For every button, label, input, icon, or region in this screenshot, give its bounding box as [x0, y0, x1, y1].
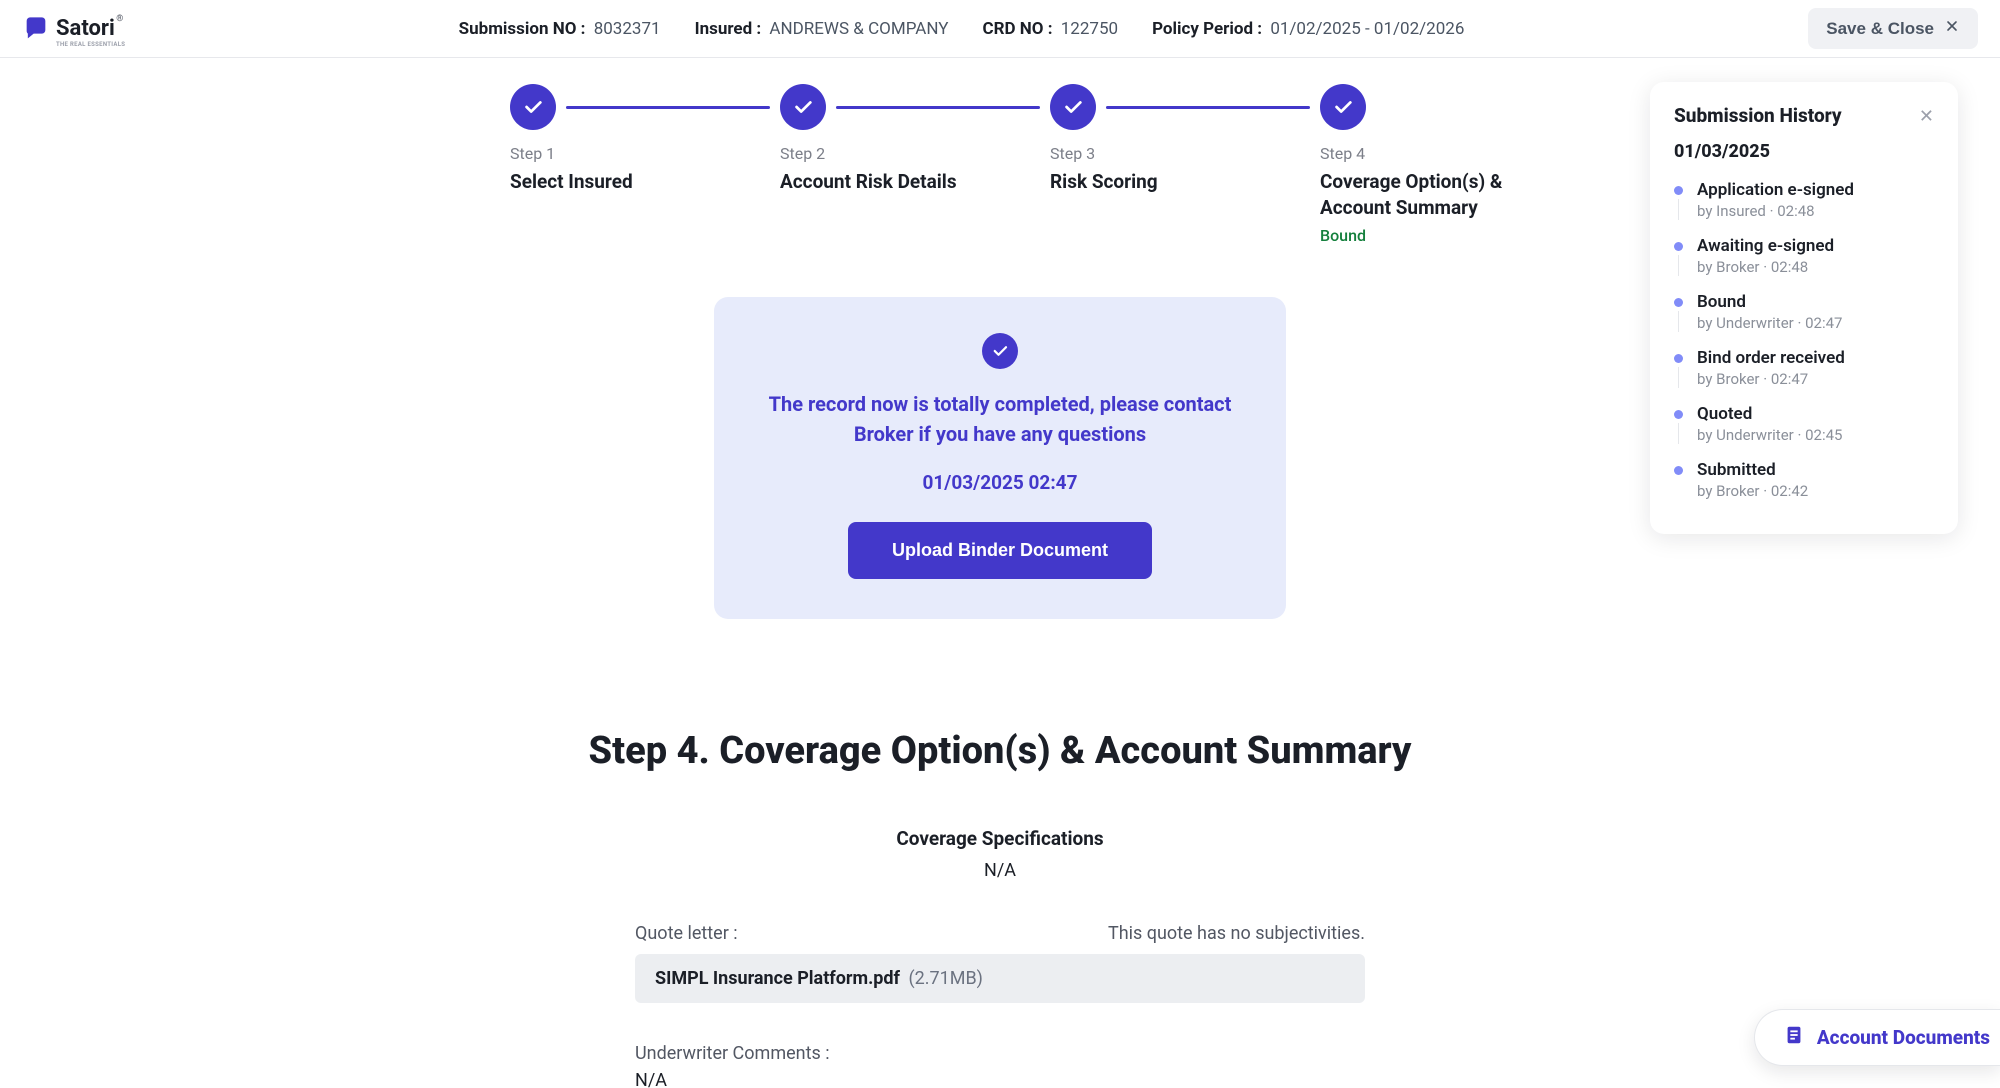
- history-item-meta: by Broker · 02:42: [1697, 482, 1808, 500]
- step-connector: [1106, 106, 1310, 109]
- quote-section: Quote letter : This quote has no subject…: [635, 923, 1365, 1088]
- brand-name: Satori ® THE REAL ESSENTIALS: [56, 16, 115, 41]
- history-item: Bind order received by Broker · 02:47: [1674, 340, 1934, 396]
- history-item-title: Application e-signed: [1697, 180, 1854, 200]
- top-bar: Satori ® THE REAL ESSENTIALS Submission …: [0, 0, 2000, 58]
- step-3: Step 3 Risk Scoring: [1050, 84, 1320, 195]
- history-item-title: Submitted: [1697, 460, 1808, 480]
- step-connector: [836, 106, 1040, 109]
- history-item: Application e-signed by Insured · 02:48: [1674, 172, 1934, 228]
- meta-policy-period: Policy Period : 01/02/2025 - 01/02/2026: [1152, 19, 1464, 39]
- completion-timestamp: 01/03/2025 02:47: [748, 471, 1252, 494]
- timeline-dot-icon: [1674, 298, 1683, 307]
- section-title: Step 4. Coverage Option(s) & Account Sum…: [0, 729, 2000, 773]
- brand-logo[interactable]: Satori ® THE REAL ESSENTIALS: [22, 15, 115, 43]
- quote-file-size: (2.71MB): [908, 968, 982, 989]
- history-close-button[interactable]: ✕: [1919, 107, 1934, 125]
- step-1: Step 1 Select Insured: [510, 84, 780, 195]
- step-1-check-icon: [510, 84, 556, 130]
- header-meta: Submission NO : 8032371 Insured : ANDREW…: [115, 19, 1808, 39]
- meta-submission-no: Submission NO : 8032371: [459, 19, 661, 39]
- completion-message: The record now is totally completed, ple…: [765, 389, 1235, 449]
- timeline-dot-icon: [1674, 354, 1683, 363]
- account-documents-button[interactable]: Account Documents: [1754, 1009, 2000, 1066]
- account-documents-label: Account Documents: [1817, 1026, 1990, 1049]
- step-3-check-icon: [1050, 84, 1096, 130]
- history-item-meta: by Insured · 02:48: [1697, 202, 1854, 220]
- step-2-title: Account Risk Details: [780, 169, 980, 195]
- close-icon: [1944, 18, 1960, 39]
- timeline-dot-icon: [1674, 186, 1683, 195]
- completion-card: The record now is totally completed, ple…: [714, 297, 1286, 619]
- timeline-dot-icon: [1674, 410, 1683, 419]
- history-item: Awaiting e-signed by Broker · 02:48: [1674, 228, 1934, 284]
- underwriter-comments-value: N/A: [635, 1070, 1365, 1088]
- step-4-check-icon: [1320, 84, 1366, 130]
- history-item-meta: by Underwriter · 02:45: [1697, 426, 1842, 444]
- main: Step 1 Select Insured Step 2 Account Ris…: [0, 58, 2000, 1088]
- step-3-number: Step 3: [1050, 144, 1320, 163]
- history-item-title: Awaiting e-signed: [1697, 236, 1834, 256]
- quote-letter-label: Quote letter :: [635, 923, 738, 944]
- step-connector: [566, 106, 770, 109]
- history-date: 01/03/2025: [1674, 141, 1934, 162]
- step-4-status: Bound: [1320, 226, 1530, 245]
- underwriter-comments-label: Underwriter Comments :: [635, 1043, 1365, 1064]
- save-close-label: Save & Close: [1826, 19, 1934, 39]
- history-item-title: Bind order received: [1697, 348, 1845, 368]
- close-icon: ✕: [1919, 106, 1934, 126]
- coverage-spec-value: N/A: [0, 860, 2000, 881]
- upload-binder-button[interactable]: Upload Binder Document: [848, 522, 1152, 579]
- quote-file-name: SIMPL Insurance Platform.pdf: [655, 968, 900, 989]
- history-item: Submitted by Broker · 02:42: [1674, 452, 1934, 508]
- check-icon: [982, 333, 1018, 369]
- quote-file[interactable]: SIMPL Insurance Platform.pdf (2.71MB): [635, 954, 1365, 1003]
- meta-crd-no: CRD NO : 122750: [982, 19, 1118, 39]
- submission-history-panel: Submission History ✕ 01/03/2025 Applicat…: [1650, 82, 1958, 534]
- history-item: Bound by Underwriter · 02:47: [1674, 284, 1934, 340]
- history-item-meta: by Broker · 02:48: [1697, 258, 1834, 276]
- history-item-title: Bound: [1697, 292, 1842, 312]
- chat-bubble-icon: [22, 15, 50, 43]
- history-title: Submission History: [1674, 104, 1842, 127]
- step-1-number: Step 1: [510, 144, 780, 163]
- history-item-meta: by Broker · 02:47: [1697, 370, 1845, 388]
- step-2: Step 2 Account Risk Details: [780, 84, 1050, 195]
- quote-subjectivities-note: This quote has no subjectivities.: [1108, 923, 1365, 944]
- save-close-button[interactable]: Save & Close: [1808, 8, 1978, 49]
- step-4: Step 4 Coverage Option(s) & Account Summ…: [1320, 84, 1530, 245]
- history-items: Application e-signed by Insured · 02:48 …: [1674, 172, 1934, 508]
- coverage-spec-heading: Coverage Specifications: [0, 827, 2000, 850]
- document-icon: [1783, 1024, 1805, 1051]
- step-3-title: Risk Scoring: [1050, 169, 1250, 195]
- history-item: Quoted by Underwriter · 02:45: [1674, 396, 1934, 452]
- history-item-title: Quoted: [1697, 404, 1842, 424]
- step-2-check-icon: [780, 84, 826, 130]
- timeline-dot-icon: [1674, 466, 1683, 475]
- history-item-meta: by Underwriter · 02:47: [1697, 314, 1842, 332]
- step-4-number: Step 4: [1320, 144, 1530, 163]
- meta-insured: Insured : ANDREWS & COMPANY: [695, 19, 949, 39]
- step-2-number: Step 2: [780, 144, 1050, 163]
- step-1-title: Select Insured: [510, 169, 710, 195]
- timeline-dot-icon: [1674, 242, 1683, 251]
- step-4-title: Coverage Option(s) & Account Summary: [1320, 169, 1520, 220]
